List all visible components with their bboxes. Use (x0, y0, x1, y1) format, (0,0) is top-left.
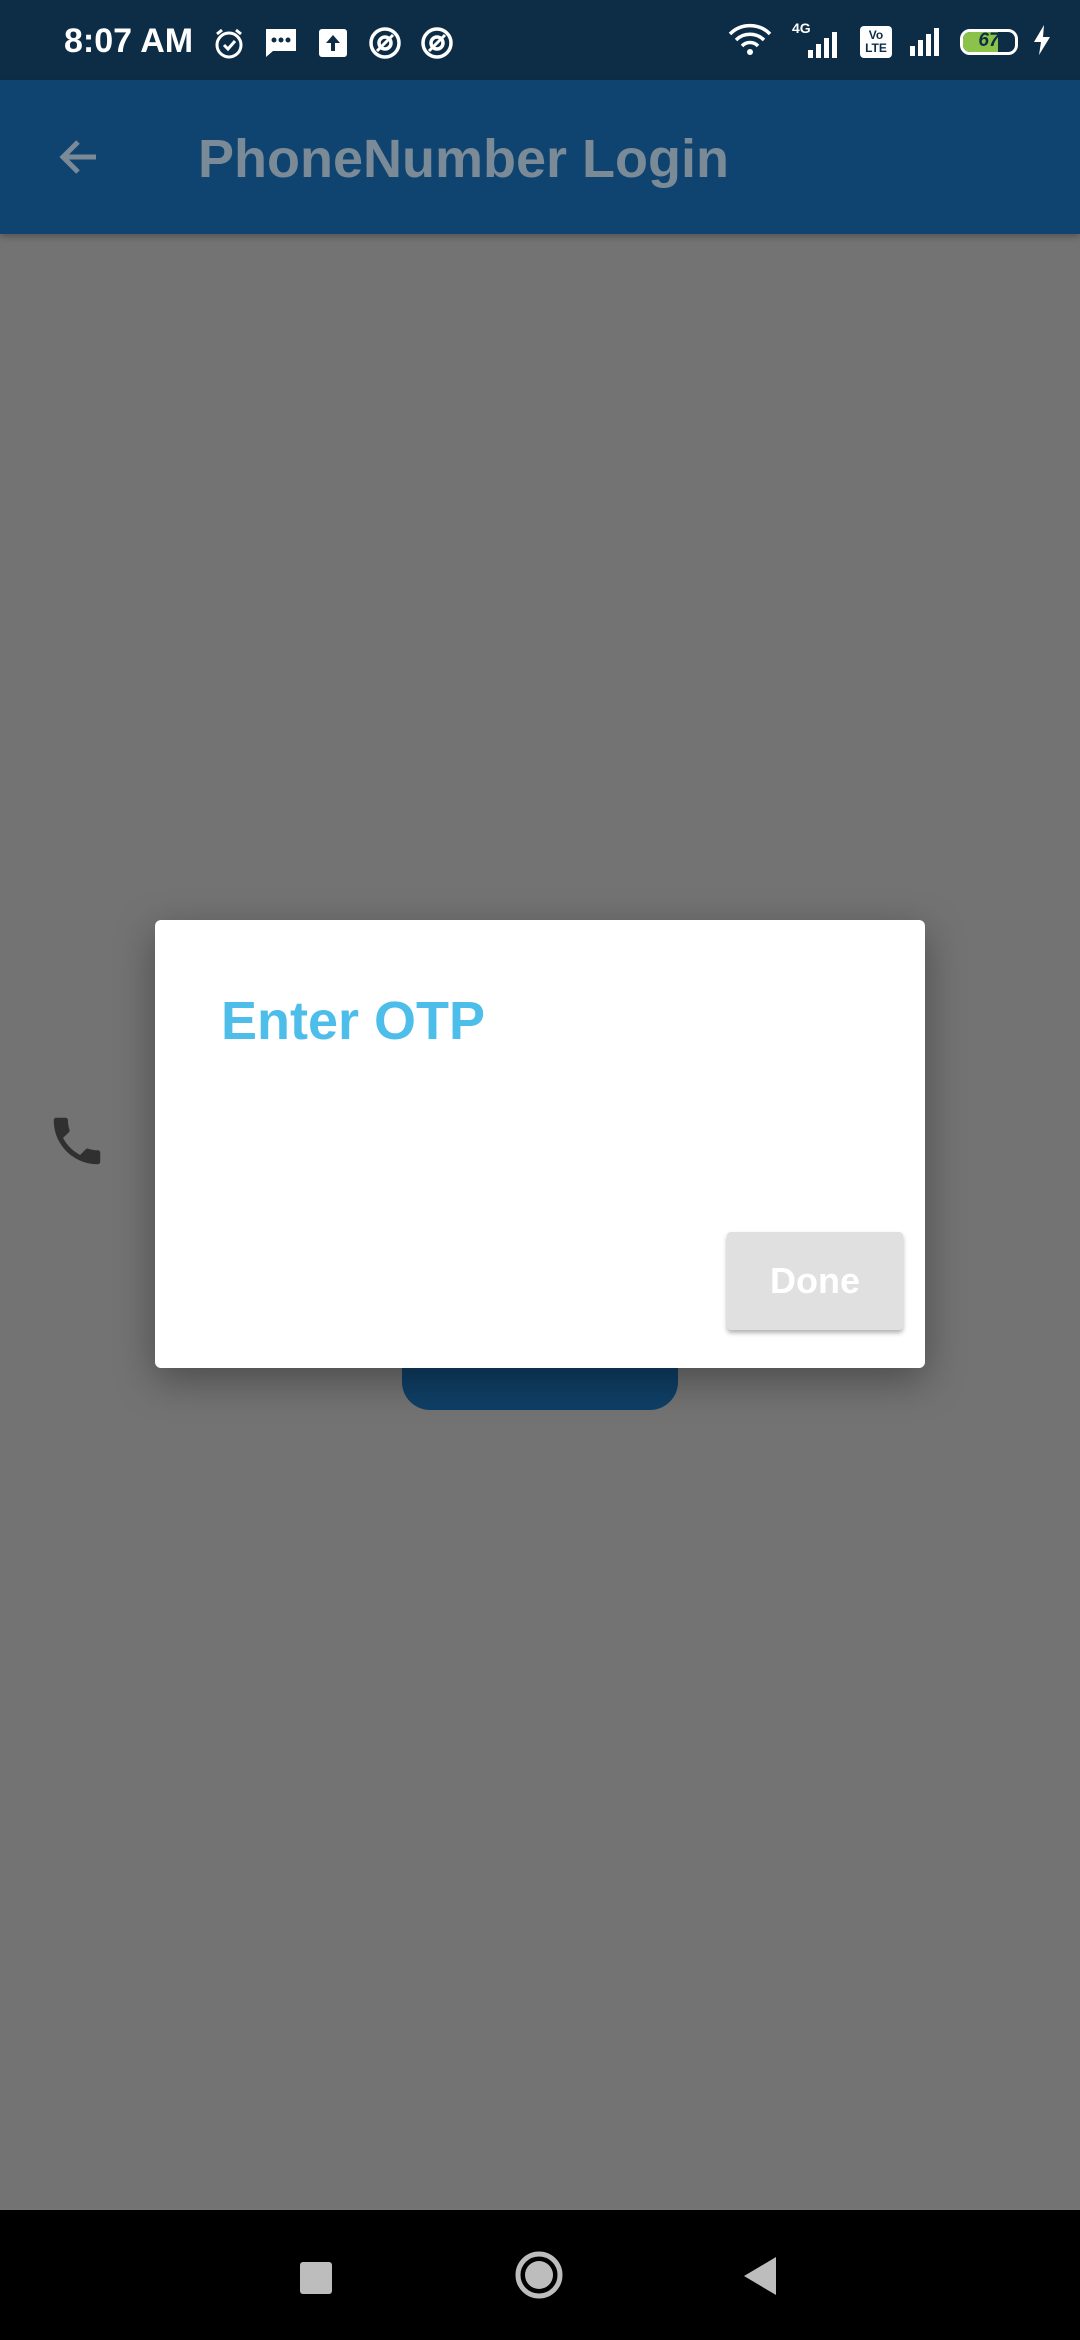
status-bar: 8:07 AM 4G Vo LTE 67 (0, 0, 1080, 80)
volte-label: Vo LTE (865, 28, 887, 55)
battery-level: 67 (978, 30, 1000, 51)
at-sign-icon (418, 24, 456, 62)
upload-icon (314, 24, 352, 62)
battery-icon: 67 (960, 29, 1018, 55)
back-button[interactable] (44, 122, 114, 192)
signal-4g-icon: 4G (788, 20, 846, 62)
app-bar: PhoneNumber Login (0, 80, 1080, 234)
dialog-title: Enter OTP (221, 991, 486, 1051)
wifi-icon (726, 22, 774, 63)
alarm-icon (210, 24, 248, 62)
circle-icon[interactable] (514, 2250, 564, 2300)
phone-icon (46, 1110, 108, 1172)
page-title: PhoneNumber Login (198, 129, 729, 189)
volte-icon: Vo LTE (860, 26, 892, 58)
status-time: 8:07 AM (64, 22, 194, 60)
charging-icon (1032, 24, 1052, 61)
navigation-bar (0, 2210, 1080, 2340)
signal-icon (906, 22, 946, 63)
otp-dialog: Enter OTP Done (155, 920, 925, 1368)
square-icon[interactable] (300, 2262, 332, 2294)
arrow-back-icon (59, 140, 96, 174)
triangle-back-icon[interactable] (740, 2254, 780, 2298)
at-sign-icon (366, 24, 404, 62)
notification-icons (210, 24, 456, 62)
system-status-icons: 4G Vo LTE 67 (726, 20, 1052, 63)
message-icon (262, 24, 300, 62)
done-button[interactable]: Done (727, 1232, 903, 1330)
